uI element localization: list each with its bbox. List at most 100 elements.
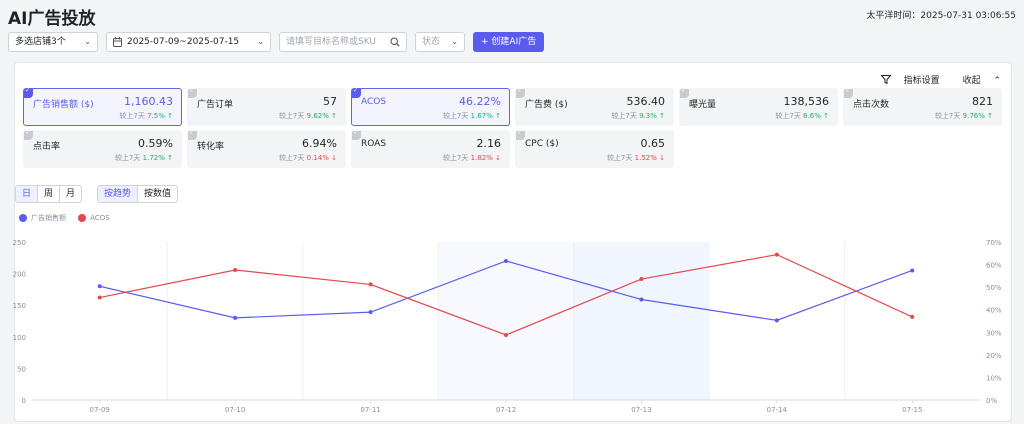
chevron-down-icon: ⌄ xyxy=(451,37,458,46)
toolbar: 多选店铺3个 ⌄ 2025-07-09~2025-07-15 ⌄ 请填写目标名称… xyxy=(8,32,1018,52)
metric-name: 点击次数 xyxy=(853,100,890,110)
date-range-picker[interactable]: 2025-07-09~2025-07-15 ⌄ xyxy=(106,32,271,52)
metric-compare-value: 1.52% ↓ xyxy=(634,154,665,162)
metric-card[interactable]: CPC ($) 0.65 较上7天 1.52% ↓ xyxy=(515,129,674,168)
metric-compare: 较上7天 1.82% ↓ xyxy=(443,153,501,163)
arrow-up-icon: ↑ xyxy=(167,154,173,162)
granularity-day[interactable]: 日 xyxy=(16,186,39,202)
granularity-week[interactable]: 周 xyxy=(38,186,61,202)
series-point-0 xyxy=(774,318,779,323)
legend-item-acos[interactable]: ACOS xyxy=(78,214,110,222)
check-icon xyxy=(352,87,361,98)
metric-compare: 较上7天 1.52% ↓ xyxy=(607,153,665,163)
arrow-up-icon: ↑ xyxy=(495,112,501,120)
check-icon xyxy=(844,87,853,98)
metric-value: 57 xyxy=(323,95,337,108)
y-right-tick-label: 10% xyxy=(986,374,1002,382)
plus-icon: + xyxy=(481,37,489,47)
store-select[interactable]: 多选店铺3个 ⌄ xyxy=(8,32,98,52)
metric-name: 点击率 xyxy=(33,142,61,152)
trend-chart: 0 50 100 150 200 250 0% 10% 20% 30% 40% 50% 60% 70% 07… xyxy=(13,239,1002,414)
granularity-switch: 日 周 月 xyxy=(15,185,83,203)
highlight-band xyxy=(438,242,574,400)
check-icon xyxy=(516,129,525,140)
y-left-tick-label: 50 xyxy=(17,365,26,373)
metric-value: 46.22% xyxy=(459,95,501,108)
metric-card[interactable]: ACOS 46.22% 较上7天 1.67% ↑ xyxy=(351,87,510,126)
metric-compare: 较上7天 7.5% ↑ xyxy=(119,111,173,121)
status-select[interactable]: 状态 ⌄ xyxy=(415,32,465,52)
metric-compare-value: 1.67% ↑ xyxy=(470,112,501,120)
metric-value: 821 xyxy=(972,95,993,108)
metric-compare-value: 1.82% ↓ xyxy=(470,154,501,162)
metric-compare: 较上7天 9.76% ↑ xyxy=(935,111,993,121)
arrow-up-icon: ↑ xyxy=(167,112,173,120)
status-select-value: 状态 xyxy=(422,37,441,47)
series-point-1 xyxy=(774,252,779,257)
series-point-0 xyxy=(910,268,915,273)
metric-value: 1,160.43 xyxy=(124,95,173,108)
search-input[interactable]: 请填写目标名称或SKU xyxy=(279,32,407,52)
collapse-label: 收起 xyxy=(962,76,981,86)
legend-label-acos: ACOS xyxy=(90,214,110,222)
arrow-up-icon: ↑ xyxy=(987,112,993,120)
metric-compare-label: 较上7天 xyxy=(278,154,305,162)
metric-card[interactable]: 曝光量 138,536 较上7天 6.6% ↑ xyxy=(679,87,838,126)
metric-card[interactable]: 广告销售额 ($) 1,160.43 较上7天 7.5% ↑ xyxy=(23,87,182,126)
series-point-0 xyxy=(368,310,373,315)
search-icon xyxy=(390,37,400,47)
series-point-1 xyxy=(639,277,644,282)
chevron-down-icon: ⌄ xyxy=(257,37,264,46)
metric-compare-value: 1.72% ↑ xyxy=(142,154,173,162)
metric-card[interactable]: 点击次数 821 较上7天 9.76% ↑ xyxy=(843,87,1002,126)
metric-compare-label: 较上7天 xyxy=(611,112,637,120)
store-select-value: 多选店铺3个 xyxy=(15,37,66,47)
chevron-down-icon: ⌄ xyxy=(84,37,91,46)
metric-value: 138,536 xyxy=(783,95,830,108)
metric-compare-label: 较上7天 xyxy=(278,112,305,120)
check-icon xyxy=(24,87,33,98)
date-range-value: 2025-07-09~2025-07-15 xyxy=(127,37,240,47)
legend-item-sales[interactable]: 广告销售额 xyxy=(19,214,66,222)
arrow-up-icon: ↑ xyxy=(659,112,665,120)
x-tick-label: 07-13 xyxy=(631,406,651,414)
check-icon xyxy=(188,129,197,140)
metric-card[interactable]: 转化率 6.94% 较上7天 0.14% ↓ xyxy=(187,129,346,168)
timezone-value: 2025-07-31 03:06:55 xyxy=(920,11,1016,21)
metric-value: 0.65 xyxy=(640,137,666,150)
series-point-0 xyxy=(504,258,508,263)
y-right-tick-label: 60% xyxy=(986,262,1002,270)
y-left-tick-label: 0 xyxy=(22,397,26,405)
metric-compare-value: 0.14% ↓ xyxy=(306,154,337,162)
granularity-month[interactable]: 月 xyxy=(60,186,81,202)
timezone-clock: 太平洋时间：2025-07-31 03:06:55 xyxy=(866,8,1016,21)
metric-name: 广告费 ($) xyxy=(525,100,568,110)
metric-card[interactable]: 广告费 ($) 536.40 较上7天 9.3% ↑ xyxy=(515,87,674,126)
metric-compare: 较上7天 1.72% ↑ xyxy=(115,153,173,163)
metric-value: 536.40 xyxy=(626,95,666,108)
chevron-up-icon: ⌃ xyxy=(993,76,1001,86)
series-point-0 xyxy=(233,315,238,320)
series-point-1 xyxy=(97,295,102,300)
collapse-button[interactable]: 收起 ⌃ xyxy=(953,76,1001,86)
metric-card[interactable]: ROAS 2.16 较上7天 1.82% ↓ xyxy=(351,129,510,168)
y-left-tick-label: 200 xyxy=(13,271,26,279)
check-icon xyxy=(24,129,33,140)
series-point-1 xyxy=(368,282,373,287)
metric-settings-button[interactable]: 指标设置 xyxy=(880,75,943,86)
view-value[interactable]: 按数值 xyxy=(138,186,177,202)
metric-value: 6.94% xyxy=(302,137,337,150)
legend-dot-sales xyxy=(19,214,27,222)
view-trend[interactable]: 按趋势 xyxy=(98,186,139,202)
metric-card[interactable]: 点击率 0.59% 较上7天 1.72% ↑ xyxy=(23,129,182,168)
metric-compare: 较上7天 9.3% ↑ xyxy=(611,111,665,121)
calendar-icon xyxy=(113,37,122,47)
search-placeholder: 请填写目标名称或SKU xyxy=(286,37,376,47)
panel-actions: 指标设置 收起 ⌃ xyxy=(871,73,1001,86)
create-ai-ad-button[interactable]: + 创建AI广告 xyxy=(473,32,545,52)
arrow-up-icon: ↑ xyxy=(331,112,337,120)
x-tick-label: 07-10 xyxy=(225,406,245,414)
metric-card[interactable]: 广告订单 57 较上7天 9.62% ↑ xyxy=(187,87,346,126)
legend-dot-acos xyxy=(78,214,87,222)
metric-compare-value: 7.5% ↑ xyxy=(147,112,173,120)
